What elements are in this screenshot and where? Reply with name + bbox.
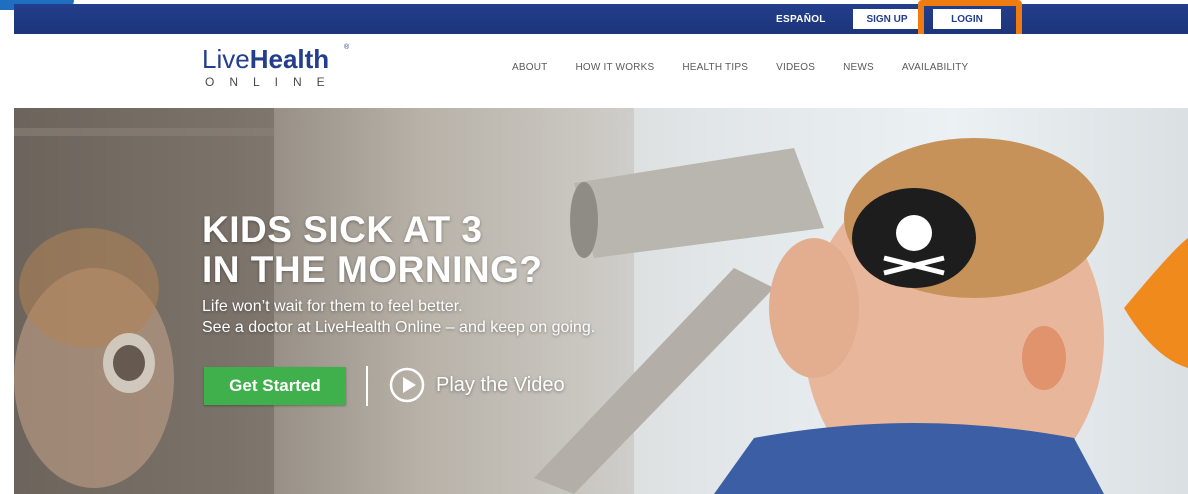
logo-wordmark: LiveHealth — [202, 44, 340, 74]
logo-word-health: Health — [249, 44, 330, 74]
hero-subheadline-line2: See a doctor at LiveHealth Online – and … — [202, 319, 596, 336]
livehealth-logo[interactable]: LiveHealth ® ONLINE — [202, 44, 349, 90]
play-video-label: Play the Video — [436, 373, 565, 396]
hero-photo-illustration — [14, 108, 1188, 494]
hero-subheadline: Life won’t wait for them to feel better.… — [202, 296, 595, 338]
hero-headline-line2: IN THE MORNING? — [202, 249, 543, 290]
login-button[interactable]: LOGIN — [933, 9, 1001, 29]
cta-divider — [366, 366, 368, 406]
hero-banner: KIDS SICK AT 3 IN THE MORNING? Life won’… — [14, 108, 1188, 494]
nav-item-availability[interactable]: AVAILABILITY — [902, 62, 969, 73]
nav-item-videos[interactable]: VIDEOS — [776, 62, 815, 73]
nav-links: ABOUT HOW IT WORKS HEALTH TIPS VIDEOS NE… — [512, 62, 996, 73]
play-circle-icon — [389, 367, 425, 403]
nav-item-health-tips[interactable]: HEALTH TIPS — [682, 62, 748, 73]
nav-item-news[interactable]: NEWS — [843, 62, 874, 73]
logo-word-live: Live — [202, 44, 250, 74]
nav-item-about[interactable]: ABOUT — [512, 62, 547, 73]
logo-subtitle: ONLINE — [205, 75, 340, 89]
hero-headline-line1: KIDS SICK AT 3 — [202, 209, 483, 250]
main-nav: LiveHealth ® ONLINE ABOUT HOW IT WORKS H… — [14, 34, 1188, 108]
sign-up-button[interactable]: SIGN UP — [853, 9, 921, 29]
get-started-button[interactable]: Get Started — [204, 367, 346, 405]
language-link-espanol[interactable]: ESPAÑOL — [776, 4, 826, 34]
registered-mark: ® — [344, 44, 350, 51]
hero-subheadline-line1: Life won’t wait for them to feel better. — [202, 298, 463, 315]
hero-headline: KIDS SICK AT 3 IN THE MORNING? — [202, 210, 542, 290]
utility-bar: ESPAÑOL SIGN UP LOGIN — [14, 4, 1188, 34]
play-video-link[interactable]: Play the Video — [388, 365, 565, 405]
nav-item-how-it-works[interactable]: HOW IT WORKS — [575, 62, 654, 73]
